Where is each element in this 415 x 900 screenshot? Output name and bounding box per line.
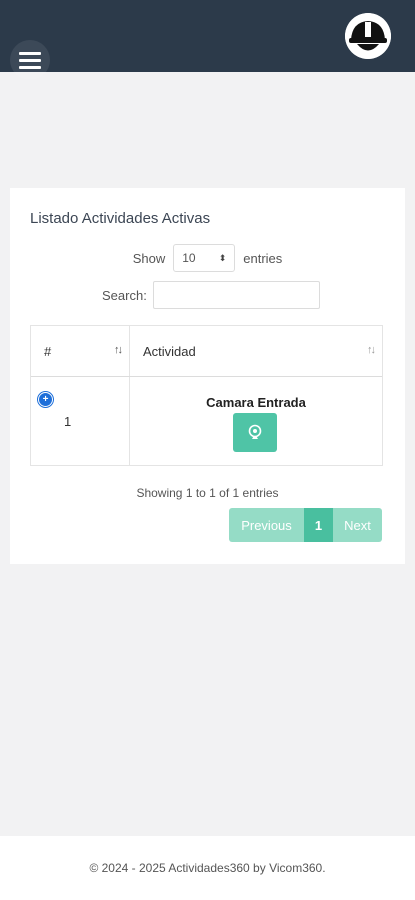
activities-card: Listado Actividades Activas Show 10 ⬍ en… [10,188,405,564]
row-number: 1 [64,414,72,429]
next-page-button[interactable]: Next [333,508,382,542]
activity-cell: Camara Entrada [130,377,382,465]
column-header-actividad[interactable]: Actividad ↑↓ [130,326,382,376]
webcam-icon [248,424,262,439]
table-row: + 1 Camara Entrada [31,377,382,465]
row-number-cell: + 1 [31,377,130,465]
sort-icon: ↑↓ [367,344,376,356]
select-arrows-icon: ⬍ [218,252,227,263]
column-header-actividad-label: Actividad [143,343,196,359]
activity-name: Camara Entrada [206,395,306,410]
hamburger-menu-icon[interactable] [10,40,50,80]
table-header: # ↑↓ Actividad ↑↓ [31,326,382,377]
search-control: Search: [102,281,320,309]
open-camera-button[interactable] [233,413,277,452]
entries-label: entries [243,250,283,266]
activities-table: # ↑↓ Actividad ↑↓ + 1 Camara Entrada [30,325,383,466]
helmet-avatar-icon [345,13,391,59]
footer-text: © 2024 - 2025 Actividades360 by Vicom360… [89,861,326,875]
column-header-number[interactable]: # ↑↓ [31,326,130,376]
search-input[interactable] [152,281,320,309]
user-avatar[interactable] [345,13,391,59]
entries-select[interactable]: 10 ⬍ [173,244,236,272]
top-navbar [0,0,415,72]
table-info: Showing 1 to 1 of 1 entries [136,486,279,500]
previous-page-button[interactable]: Previous [229,508,304,542]
expand-row-icon[interactable]: + [38,392,53,407]
footer: © 2024 - 2025 Actividades360 by Vicom360… [0,836,415,900]
entries-select-value: 10 [182,251,196,265]
card-title: Listado Actividades Activas [30,210,211,227]
entries-length-control: Show 10 ⬍ entries [10,244,405,272]
search-label: Search: [102,287,147,303]
pagination: Previous 1 Next [229,508,382,542]
show-label: Show [132,250,166,266]
current-page-button[interactable]: 1 [304,508,333,542]
column-header-number-label: # [44,343,52,359]
sort-icon: ↑↓ [114,344,123,356]
